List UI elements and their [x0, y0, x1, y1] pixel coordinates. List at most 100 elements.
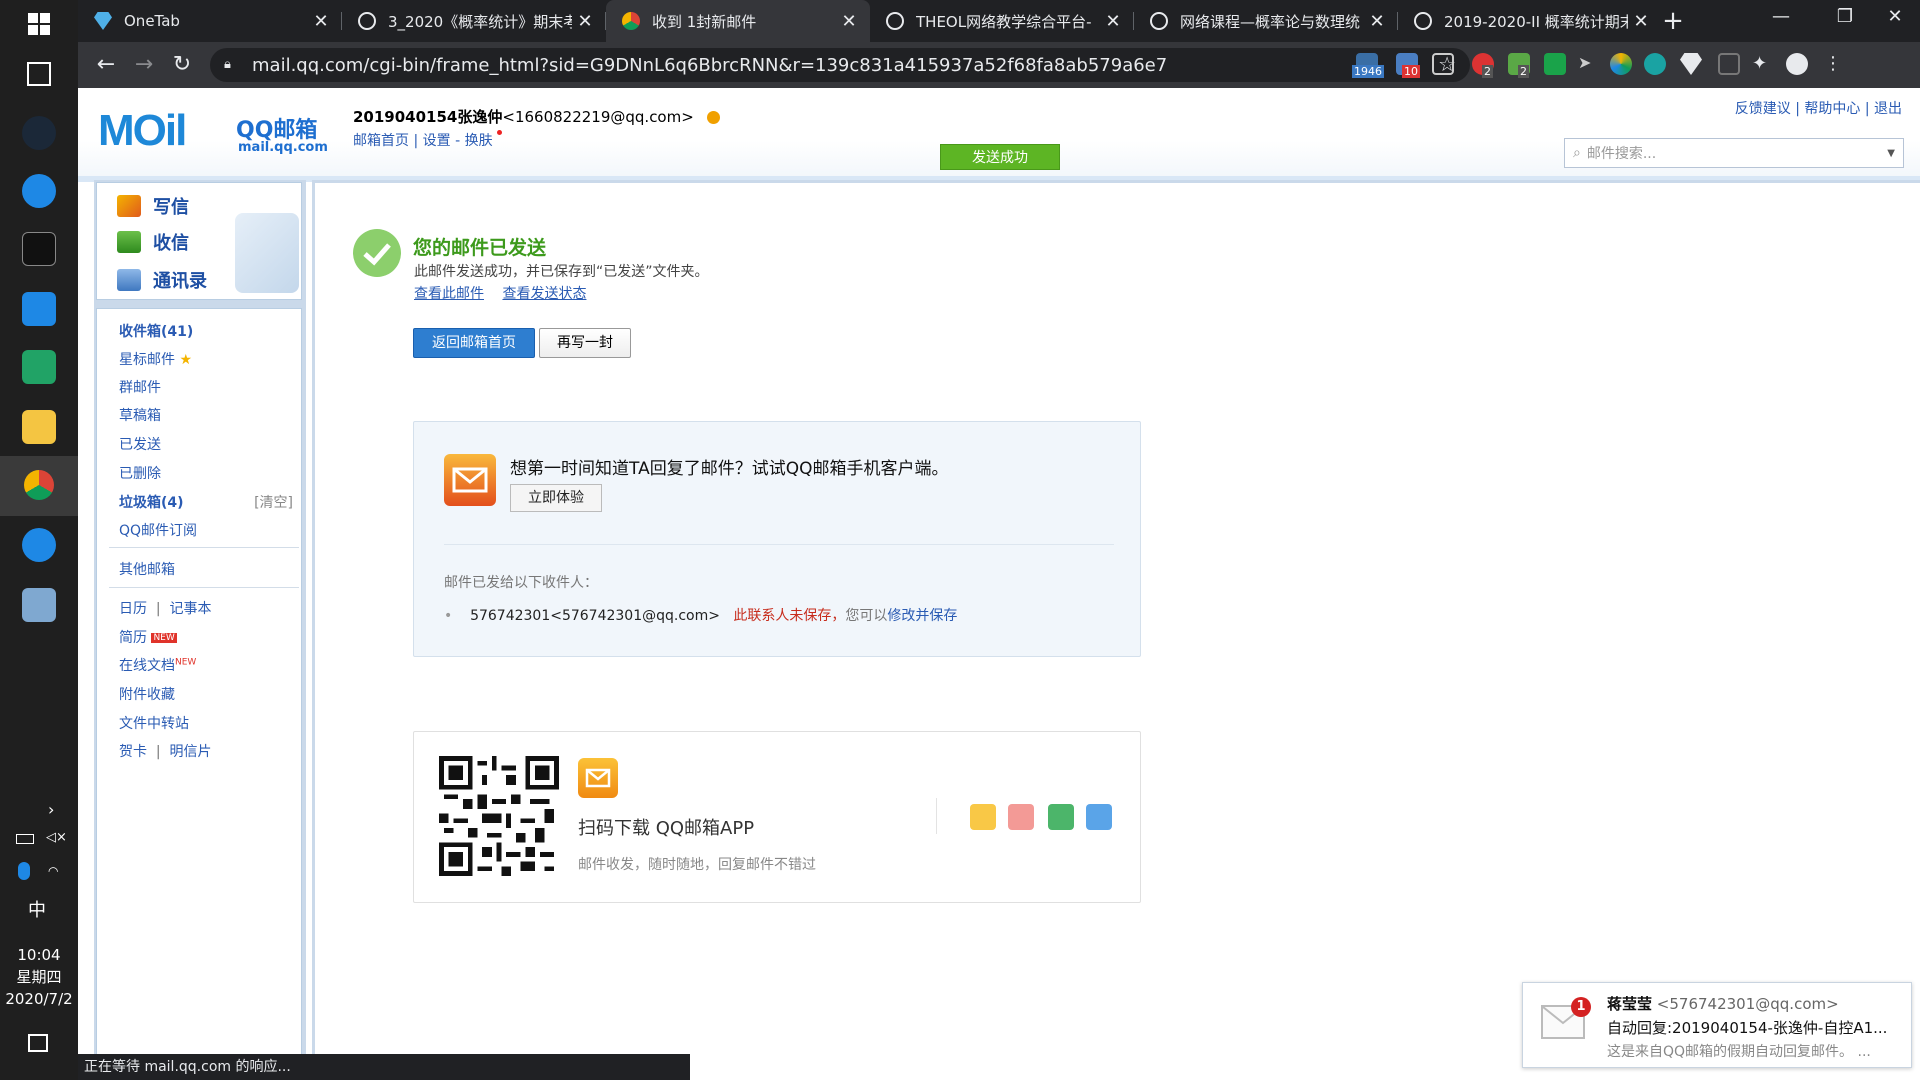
back-to-home-button[interactable]: 返回邮箱首页 — [413, 328, 535, 358]
settings-link[interactable]: 设置 — [423, 133, 451, 149]
mp-app-icon[interactable] — [22, 292, 56, 326]
notes-link[interactable]: 记事本 — [170, 601, 212, 617]
search-icon: ⌕ — [1573, 145, 1581, 161]
close-icon[interactable]: ✕ — [1100, 11, 1126, 32]
greeting-card-link[interactable]: 贺卡 — [119, 744, 147, 760]
extension-mask-icon[interactable] — [1432, 53, 1454, 75]
wox-icon[interactable] — [22, 350, 56, 384]
logout-link[interactable]: 退出 — [1874, 101, 1902, 117]
send-status-link[interactable]: 查看发送状态 — [502, 286, 586, 302]
restore-button[interactable]: ❐ — [1822, 6, 1868, 36]
try-now-button[interactable]: 立即体验 — [510, 484, 602, 512]
extension-cursor-icon[interactable]: ➤ — [1578, 53, 1600, 75]
extension-color-icon[interactable] — [1610, 53, 1632, 75]
browser-status-bar: 正在等待 mail.qq.com 的响应... — [78, 1054, 690, 1080]
folder-other-mailboxes[interactable]: 其他邮箱 — [119, 559, 175, 579]
folder-inbox[interactable]: 收件箱(41) — [119, 321, 193, 341]
close-icon[interactable]: ✕ — [572, 11, 598, 32]
extension-m-icon[interactable] — [1644, 53, 1666, 75]
bluetooth-icon[interactable] — [18, 862, 30, 880]
tab-qqmail[interactable]: 收到 1封新邮件 ✕ — [606, 0, 870, 42]
compose-button[interactable]: 写信 — [117, 191, 189, 221]
receive-button[interactable]: 收信 — [117, 227, 189, 257]
tab-course[interactable]: 网络课程—概率论与数理统 ✕ — [1134, 0, 1398, 42]
tab-exam[interactable]: 3_2020《概率统计》期末考 ✕ — [342, 0, 606, 42]
qqmail-logo[interactable]: MOil QQ邮箱 mail.qq.com — [98, 106, 328, 156]
reload-button[interactable]: ↻ — [168, 51, 196, 79]
online-docs-link[interactable]: 在线文档NEW — [119, 655, 196, 675]
start-button[interactable] — [27, 12, 51, 36]
extensions-puzzle-icon[interactable]: ✦ — [1752, 53, 1774, 75]
view-mail-link[interactable]: 查看此邮件 — [414, 286, 484, 302]
calendar-mini-icon[interactable] — [1008, 804, 1034, 830]
ime-indicator[interactable]: 中 — [28, 896, 46, 922]
folder-group[interactable]: 群邮件 — [119, 377, 161, 397]
minimize-button[interactable]: — — [1758, 6, 1804, 36]
action-center-icon[interactable] — [28, 1034, 48, 1052]
help-link[interactable]: 帮助中心 — [1804, 101, 1860, 117]
mail-mini-icon[interactable] — [970, 804, 996, 830]
extension-red-icon[interactable]: 2 — [1472, 53, 1494, 78]
extension-1946-icon[interactable]: 1946 — [1352, 53, 1384, 78]
ubisoft-icon[interactable] — [22, 174, 56, 208]
close-icon[interactable]: ✕ — [308, 11, 334, 32]
address-bar[interactable]: 🔒︎ mail.qq.com/cgi-bin/frame_html?sid=G9… — [210, 48, 1470, 82]
chrome-taskbar-active[interactable] — [0, 456, 78, 516]
back-button[interactable]: ← — [92, 51, 120, 79]
close-icon[interactable]: ✕ — [1628, 11, 1654, 32]
notes-mini-icon[interactable] — [1048, 804, 1074, 830]
clear-spam-link[interactable]: [清空] — [254, 492, 293, 512]
folder-subscribe[interactable]: QQ邮件订阅 — [119, 520, 197, 540]
profile-avatar-icon[interactable] — [1786, 53, 1808, 75]
clock-date: 2020/7/2 — [5, 990, 73, 1008]
new-mail-notification[interactable]: 1 蒋莹莹 <576742301@qq.com> 自动回复:2019040154… — [1522, 982, 1912, 1068]
extension-t-icon[interactable] — [1544, 53, 1566, 75]
file-explorer-icon[interactable] — [22, 410, 56, 444]
notification-preview: 这是来自QQ邮箱的假期自动回复邮件。 ... — [1607, 1044, 1871, 1060]
wifi-icon[interactable]: ◠ — [48, 864, 58, 878]
write-again-button[interactable]: 再写一封 — [539, 328, 631, 358]
extension-puzzle-icon[interactable]: 10 — [1396, 53, 1420, 78]
folder-drafts[interactable]: 草稿箱 — [119, 405, 161, 425]
close-window-button[interactable]: ✕ — [1872, 6, 1918, 36]
folder-sent[interactable]: 已发送 — [119, 434, 161, 454]
chevron-down-icon[interactable]: ▼ — [1887, 148, 1895, 159]
tab-onetab[interactable]: OneTab ✕ — [78, 0, 342, 42]
feedback-link[interactable]: 反馈建议 — [1735, 101, 1791, 117]
tab-theol[interactable]: THEOL网络教学综合平台- ✕ — [870, 0, 1134, 42]
steam-icon[interactable] — [22, 116, 56, 150]
close-icon[interactable]: ✕ — [1364, 11, 1390, 32]
skin-link[interactable]: 换肤 — [465, 133, 493, 149]
task-view-icon[interactable] — [27, 62, 51, 86]
folder-starred[interactable]: 星标邮件 ★ — [119, 349, 192, 369]
modify-save-link[interactable]: 修改并保存 — [887, 608, 957, 624]
mail-search-input[interactable]: ⌕ 邮件搜索... ▼ — [1564, 138, 1904, 168]
file-transfer-link[interactable]: 文件中转站 — [119, 713, 189, 733]
folder-spam[interactable]: 垃圾箱(4) — [119, 492, 184, 512]
transfer-mini-icon[interactable] — [1086, 804, 1112, 830]
menu-dots-icon[interactable]: ⋮ — [1822, 53, 1844, 75]
resume-link[interactable]: 简历 NEW — [119, 627, 177, 647]
folder-deleted[interactable]: 已删除 — [119, 463, 161, 483]
postcard-link[interactable]: 明信片 — [170, 744, 212, 760]
epic-games-icon[interactable] — [22, 232, 56, 266]
extension-shield-icon[interactable]: 2 — [1508, 53, 1530, 78]
mailbox-home-link[interactable]: 邮箱首页 — [353, 133, 409, 149]
close-icon[interactable]: ✕ — [836, 11, 862, 32]
attachments-link[interactable]: 附件收藏 — [119, 684, 175, 704]
tray-expand-icon[interactable]: › — [48, 800, 54, 819]
calendar-link[interactable]: 日历 — [119, 601, 147, 617]
battery-icon[interactable] — [16, 834, 34, 844]
system-clock[interactable]: 10:04 星期四 2020/7/2 — [0, 944, 78, 1010]
extension-diamond-icon[interactable] — [1680, 53, 1702, 75]
forward-button[interactable]: → — [130, 51, 158, 79]
new-tab-button[interactable]: + — [1658, 6, 1688, 36]
volume-muted-icon[interactable]: ◁× — [46, 830, 67, 845]
tab-title: THEOL网络教学综合平台- — [916, 12, 1092, 31]
notes-app-icon[interactable] — [22, 588, 56, 622]
contacts-button[interactable]: 通讯录 — [117, 265, 207, 295]
search-app-icon[interactable] — [22, 528, 56, 562]
tab-2019exam[interactable]: 2019-2020-II 概率统计期末 ✕ — [1398, 0, 1662, 42]
extension-bookmark-icon[interactable] — [1718, 53, 1740, 75]
warning-icon[interactable] — [706, 111, 720, 124]
